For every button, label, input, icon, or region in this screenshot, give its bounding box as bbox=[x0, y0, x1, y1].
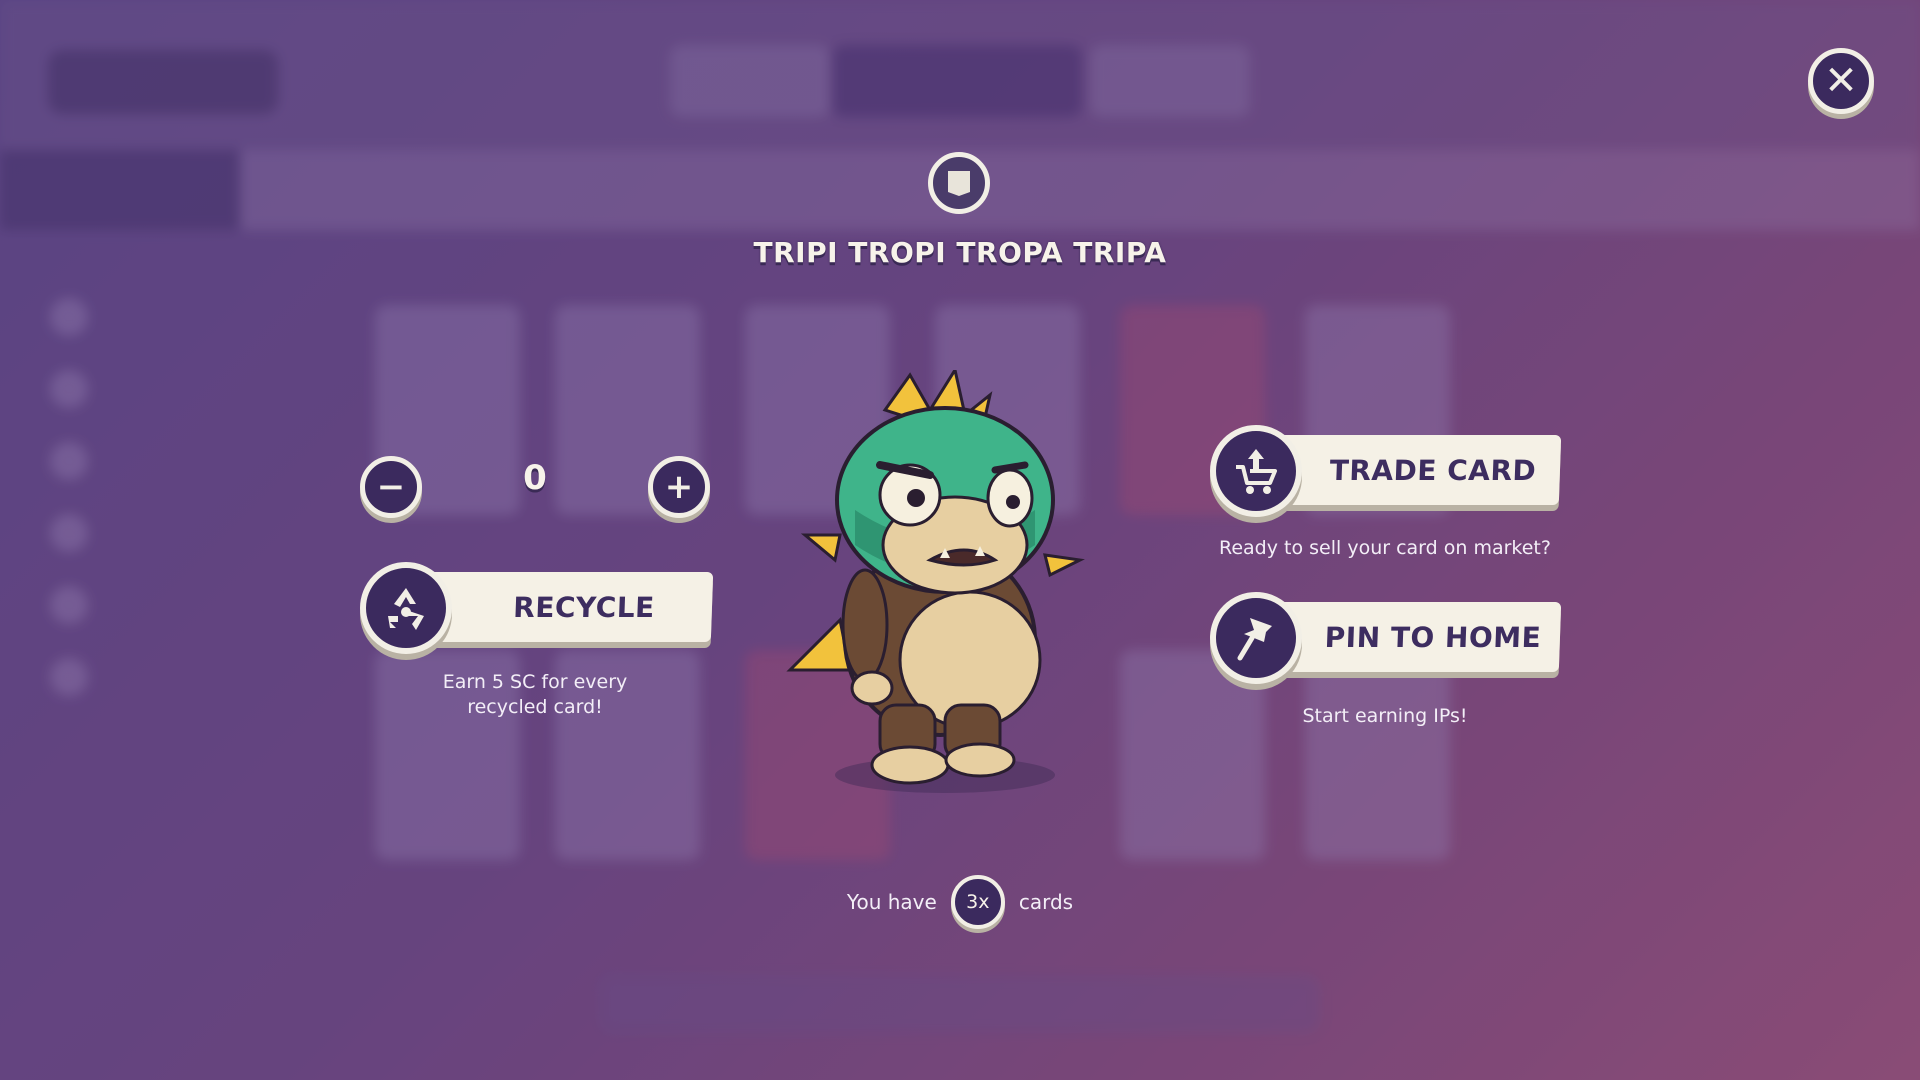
recycle-quantity: 0 bbox=[523, 458, 547, 498]
trade-card-button[interactable]: TRADE CARD bbox=[1210, 425, 1562, 517]
recycle-caption: Earn 5 SC for every recycled card! bbox=[380, 670, 690, 720]
recycle-caption-line2: recycled card! bbox=[467, 696, 603, 718]
plus-icon: + bbox=[664, 467, 694, 507]
card-count-badge: 3x bbox=[950, 875, 1005, 929]
card-ownership: You have 3x cards bbox=[820, 872, 1100, 932]
character-illustration bbox=[786, 370, 1085, 793]
close-icon: ✕ bbox=[1824, 58, 1858, 104]
pin-to-home-caption: Start earning IPs! bbox=[1302, 705, 1468, 727]
increase-quantity-button[interactable]: + bbox=[648, 456, 710, 518]
card-back-icon bbox=[948, 171, 970, 196]
pin-to-home-button[interactable]: PIN TO HOME bbox=[1210, 592, 1562, 684]
recycle-button[interactable]: RECYCLE bbox=[360, 562, 714, 654]
decrease-quantity-button[interactable]: − bbox=[360, 456, 422, 518]
recycle-icon bbox=[360, 562, 452, 654]
card-type-badge bbox=[928, 152, 990, 214]
ownership-prefix: You have bbox=[846, 890, 937, 914]
recycle-caption-line1: Earn 5 SC for every bbox=[442, 671, 628, 693]
pin-icon bbox=[1210, 592, 1302, 684]
close-button[interactable]: ✕ bbox=[1808, 48, 1874, 114]
minus-icon: − bbox=[376, 467, 406, 507]
trade-card-caption: Ready to sell your card on market? bbox=[1219, 537, 1551, 559]
cart-icon bbox=[1210, 425, 1302, 517]
card-title: TRIPI TROPI TROPA TRIPA bbox=[753, 236, 1167, 269]
ownership-suffix: cards bbox=[1018, 890, 1074, 914]
